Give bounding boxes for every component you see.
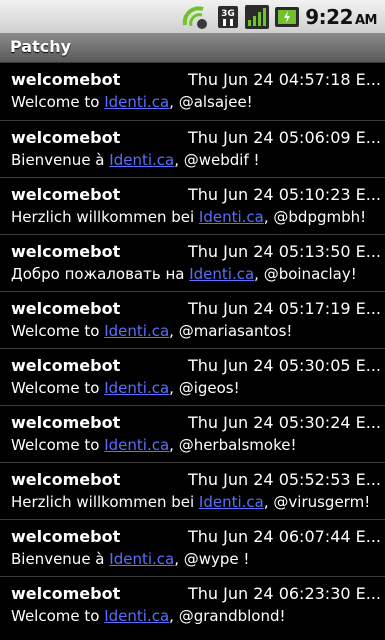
post-text: Herzlich willkommen bei Identi.ca, @bdpg… — [11, 208, 383, 226]
post-text-prefix: Bienvenue à — [11, 550, 110, 568]
post-text: Welcome to Identi.ca, @igeos! — [11, 379, 383, 397]
app-title: Patchy — [10, 37, 72, 56]
3g-icon: 3G — [217, 5, 239, 29]
post-text-prefix: Welcome to — [11, 436, 105, 454]
post-text-suffix: , @grandblond! — [169, 607, 286, 625]
timeline-list[interactable]: welcomebot Thu Jun 24 04:57:18 E... Welcom… — [0, 63, 385, 640]
status-icons: 3G 9:22 AM — [181, 4, 378, 30]
post-date: Thu Jun 24 05:30:24 E... — [188, 413, 381, 432]
post-text-suffix: , @herbalsmoke! — [169, 436, 297, 454]
author-name: welcomebot — [11, 413, 121, 432]
post-date: Thu Jun 24 05:30:05 E... — [188, 356, 381, 375]
timeline-item[interactable]: welcomebot Thu Jun 24 05:10:23 E... Herzli… — [0, 177, 385, 234]
author-name: welcomebot — [11, 527, 121, 546]
post-text-suffix: , @virusgerm! — [263, 493, 371, 511]
author-name: welcomebot — [11, 128, 121, 147]
svg-text:3G: 3G — [221, 9, 235, 19]
post-text-prefix: Welcome to — [11, 322, 105, 340]
post-text-suffix: , @bdpgmbh! — [263, 208, 367, 226]
clock: 9:22 AM — [305, 5, 377, 29]
identica-link[interactable]: Identi.ca — [104, 607, 169, 625]
post-text-prefix: Welcome to — [11, 379, 105, 397]
identica-link[interactable]: Identi.ca — [104, 322, 169, 340]
signal-icon — [245, 5, 270, 29]
post-text-prefix: Добро пожаловать на — [11, 265, 190, 283]
sync-icon — [181, 5, 211, 29]
clock-time: 9:22 — [305, 5, 353, 29]
post-date: Thu Jun 24 04:57:18 E... — [188, 70, 381, 89]
author-name: welcomebot — [11, 584, 121, 603]
timeline-item[interactable]: welcomebot Thu Jun 24 05:30:24 E... Welcom… — [0, 405, 385, 462]
post-text-prefix: Herzlich willkommen bei — [11, 208, 199, 226]
identica-link[interactable]: Identi.ca — [104, 436, 169, 454]
post-text-suffix: , @webdif ! — [174, 151, 260, 169]
identica-link[interactable]: Identi.ca — [104, 379, 169, 397]
post-date: Thu Jun 24 05:10:23 E... — [188, 185, 381, 204]
post-text-suffix: , @alsajee! — [169, 93, 253, 111]
timeline-item[interactable]: welcomebot Thu Jun 24 04:57:18 E... Welcom… — [0, 63, 385, 120]
post-text: Welcome to Identi.ca, @herbalsmoke! — [11, 436, 383, 454]
clock-ampm: AM — [355, 13, 378, 28]
author-name: welcomebot — [11, 470, 121, 489]
post-text-prefix: Welcome to — [11, 607, 105, 625]
timeline-item[interactable]: welcomebot Thu Jun 24 06:23:30 E... Welcom… — [0, 576, 385, 633]
timeline-item[interactable]: welcomebot Thu Jun 24 05:52:53 E... Herzli… — [0, 462, 385, 519]
post-text: Welcome to Identi.ca, @alsajee! — [11, 93, 383, 111]
author-name: welcomebot — [11, 185, 121, 204]
identica-link[interactable]: Identi.ca — [199, 208, 264, 226]
post-text: Welcome to Identi.ca, @grandblond! — [11, 607, 383, 625]
timeline-item[interactable]: welcomebot Thu Jun 24 05:06:09 E... Bienve… — [0, 120, 385, 177]
post-text-suffix: , @boinaclay! — [254, 265, 357, 283]
identica-link[interactable]: Identi.ca — [109, 151, 174, 169]
post-text: Bienvenue à Identi.ca, @webdif ! — [11, 151, 383, 169]
post-date: Thu Jun 24 06:23:30 E... — [188, 584, 381, 603]
post-text-prefix: Bienvenue à — [11, 151, 110, 169]
post-date: Thu Jun 24 05:13:50 E... — [188, 242, 381, 261]
post-text-prefix: Herzlich willkommen bei — [11, 493, 199, 511]
author-name: welcomebot — [11, 356, 121, 375]
timeline-item[interactable]: welcomebot Thu Jun 24 06:07:44 E... Bienve… — [0, 519, 385, 576]
post-text-suffix: , @igeos! — [169, 379, 240, 397]
identica-link[interactable]: Identi.ca — [109, 550, 174, 568]
timeline-item[interactable]: welcomebot Thu Jun 24 05:13:50 E... Добро … — [0, 234, 385, 291]
author-name: welcomebot — [11, 242, 121, 261]
post-date: Thu Jun 24 05:06:09 E... — [188, 128, 381, 147]
identica-link[interactable]: Identi.ca — [199, 493, 264, 511]
post-date: Thu Jun 24 05:17:19 E... — [188, 299, 381, 318]
post-text-suffix: , @mariasantos! — [169, 322, 293, 340]
timeline-item[interactable]: welcomebot Thu Jun 24 05:30:05 E... Welcom… — [0, 348, 385, 405]
author-name: welcomebot — [11, 299, 121, 318]
battery-icon — [275, 5, 300, 29]
post-text: Bienvenue à Identi.ca, @wype ! — [11, 550, 383, 568]
post-date: Thu Jun 24 06:07:44 E... — [188, 527, 381, 546]
identica-link[interactable]: Identi.ca — [104, 93, 169, 111]
timeline-item[interactable]: welcomebot Thu Jun 24 05:17:19 E... Welcom… — [0, 291, 385, 348]
post-date: Thu Jun 24 05:52:53 E... — [188, 470, 381, 489]
status-bar: 3G 9:22 AM — [0, 0, 385, 33]
app-title-bar: Patchy — [0, 33, 385, 63]
post-text-prefix: Welcome to — [11, 93, 105, 111]
post-text: Добро пожаловать на Identi.ca, @boinacla… — [11, 265, 383, 283]
identica-link[interactable]: Identi.ca — [189, 265, 254, 283]
author-name: welcomebot — [11, 70, 121, 89]
post-text: Welcome to Identi.ca, @mariasantos! — [11, 322, 383, 340]
post-text-suffix: , @wype ! — [174, 550, 250, 568]
post-text: Herzlich willkommen bei Identi.ca, @viru… — [11, 493, 383, 511]
